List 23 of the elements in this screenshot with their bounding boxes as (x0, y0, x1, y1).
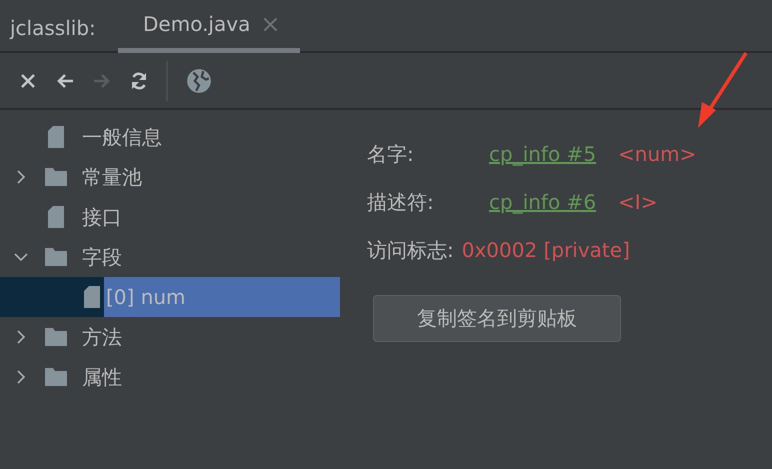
folder-icon (44, 165, 68, 189)
tree-item[interactable]: 属性 (0, 357, 340, 397)
field-value: <I> (618, 190, 658, 214)
folder-icon (44, 325, 68, 349)
constant-pool-link[interactable]: cp_info #5 (489, 142, 596, 166)
constant-pool-link[interactable]: cp_info #6 (489, 190, 596, 214)
field-label: 访问标志: (367, 236, 454, 264)
tree-item[interactable]: 方法 (0, 317, 340, 357)
globe-icon[interactable] (185, 66, 213, 94)
copy-signature-button[interactable]: 复制签名到剪贴板 (373, 295, 621, 342)
header-label: jclasslib: (8, 15, 97, 42)
field-label: 描述符: (367, 188, 435, 216)
file-tab[interactable]: Demo.java × (118, 0, 300, 53)
field-value: <num> (618, 142, 696, 166)
field-label: 名字: (367, 140, 415, 168)
tree-item[interactable]: 接口 (0, 197, 340, 237)
tree-item[interactable]: 常量池 (0, 157, 340, 197)
folder-icon (44, 245, 68, 269)
refresh-icon[interactable] (129, 70, 149, 90)
tree-item[interactable]: 一般信息 (0, 117, 340, 157)
folder-icon (44, 365, 68, 389)
field-value: 0x0002 [private] (462, 238, 630, 262)
tree-item[interactable]: 字段 (0, 237, 340, 277)
